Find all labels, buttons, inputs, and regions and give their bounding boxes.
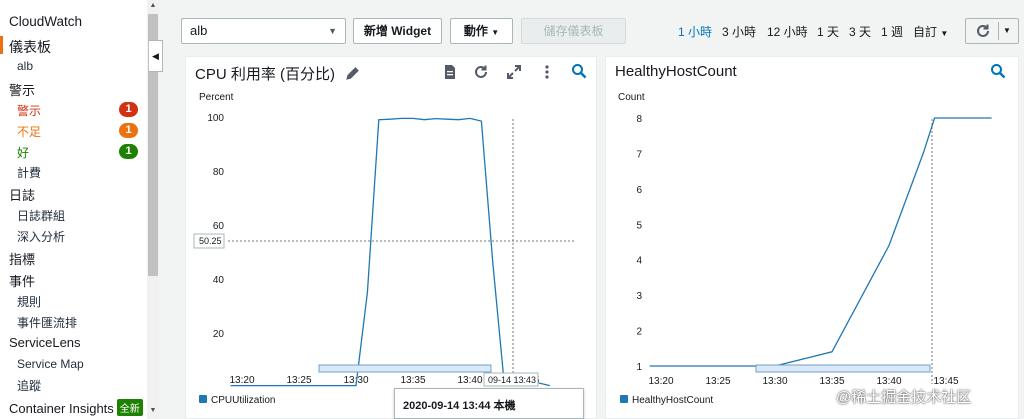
collapse-sidebar-button[interactable]: ◀ [149, 40, 163, 72]
y-tick-label: 20 [213, 329, 225, 340]
sidebar-item-rules[interactable]: 規則 [17, 293, 41, 310]
expand-icon[interactable] [506, 64, 522, 80]
sidebar-item-service-map[interactable]: Service Map [17, 357, 84, 371]
y-tick-label: 6 [636, 185, 642, 196]
time-range-1h[interactable]: 1 小時 [678, 23, 712, 40]
active-indicator [0, 36, 3, 54]
document-icon[interactable] [442, 64, 458, 80]
time-range-12h[interactable]: 12 小時 [767, 23, 808, 40]
hhc-range-selector[interactable] [755, 364, 931, 373]
sidebar-item-events[interactable]: 事件 [9, 271, 35, 290]
watermark: @稀土掘金技术社区 [836, 389, 972, 406]
sidebar-item-container-insights[interactable]: Container Insights 全新 [9, 399, 143, 416]
y-tick-label: 2 [636, 327, 642, 338]
more-icon[interactable] [539, 64, 555, 80]
hhc-unit-label: Count [618, 92, 645, 103]
sidebar-item-logs[interactable]: 日誌 [9, 185, 35, 204]
y-tick-label: 100 [207, 113, 224, 124]
sidebar-item-event-buses[interactable]: 事件匯流排 [17, 314, 77, 331]
cpu-legend-swatch [199, 395, 207, 403]
cpu-range-selector[interactable] [318, 364, 492, 373]
scroll-up-icon[interactable]: ▲ [147, 0, 159, 12]
x-tick-label: 13:40 [457, 375, 482, 386]
x-tick-label: 13:25 [286, 375, 311, 386]
y-tick-label: 80 [213, 167, 225, 178]
chevron-down-icon: ▼ [328, 26, 337, 36]
alarm-count-badge: 1 [119, 102, 138, 117]
save-dashboard-button[interactable]: 儲存儀表板 [521, 18, 626, 44]
cpu-chart[interactable]: Percent 20406080100 13:20 13:25 13:30 13:35… [186, 79, 596, 419]
sidebar-item-metrics[interactable]: 指標 [9, 249, 35, 268]
scroll-down-icon[interactable]: ▼ [147, 405, 159, 417]
healthy-host-title: HealthyHostCount [615, 63, 737, 80]
sidebar-item-alarms[interactable]: 警示 [9, 80, 35, 99]
ok-count-badge: 1 [119, 144, 138, 159]
custom-label: 自訂 [913, 25, 938, 39]
caret-down-icon: ▼ [491, 28, 500, 37]
sidebar-item-log-groups[interactable]: 日誌群組 [17, 207, 65, 224]
new-badge: 全新 [116, 399, 143, 416]
cpu-crosshair-value: 50.25 [199, 236, 222, 246]
sidebar: CloudWatch 儀表板 alb 警示 警示 1 不足 1 好 1 計費 日… [0, 0, 148, 419]
healthy-host-chart[interactable]: Count 12345678 13:20 13:25 13:30 13:35 13:40… [606, 79, 1018, 419]
refresh-icon[interactable] [975, 23, 991, 39]
sidebar-brand[interactable]: CloudWatch [9, 14, 82, 29]
cpu-crosshair-time: 09-14 13:43 [488, 375, 536, 385]
y-tick-label: 4 [636, 256, 642, 267]
sidebar-item-insights[interactable]: 深入分析 [17, 228, 65, 245]
sidebar-item-alarm-state[interactable]: 警示 [17, 102, 41, 119]
chevron-left-icon: ◀ [152, 51, 159, 61]
x-tick-label: 13:25 [705, 376, 730, 387]
refresh-button-group[interactable]: ▼ [965, 18, 1019, 44]
sidebar-item-traces[interactable]: 追蹤 [17, 377, 41, 394]
time-tooltip: 2020-09-14 13:44 本機 [394, 388, 584, 419]
sidebar-item-ok[interactable]: 好 [17, 144, 29, 161]
x-tick-label: 13:35 [400, 375, 425, 386]
actions-label: 動作 [463, 24, 488, 38]
insufficient-count-badge: 1 [119, 123, 138, 138]
add-widget-button[interactable]: 新增 Widget [353, 18, 442, 44]
button-divider [998, 22, 999, 40]
time-range-3d[interactable]: 3 天 [849, 23, 871, 40]
x-tick-label: 13:20 [229, 375, 254, 386]
time-range-1w[interactable]: 1 週 [881, 23, 903, 40]
actions-button[interactable]: 動作 ▼ [450, 18, 513, 44]
dashboard-select[interactable]: alb ▼ [181, 18, 346, 44]
dashboard-select-value: alb [190, 23, 208, 38]
cpu-widget: CPU 利用率 (百分比) Percent 20 40 60 80 100 13:20 1… [185, 56, 597, 419]
sidebar-item-dashboards[interactable]: 儀表板 [9, 37, 51, 57]
zoom-icon[interactable] [990, 63, 1006, 79]
y-tick-label: 60 [213, 221, 225, 232]
hhc-legend-label[interactable]: HealthyHostCount [632, 395, 713, 406]
y-tick-label: 3 [636, 291, 642, 302]
time-range-3h[interactable]: 3 小時 [722, 23, 756, 40]
sidebar-item-billing[interactable]: 計費 [17, 164, 41, 181]
sidebar-item-insufficient[interactable]: 不足 [17, 123, 41, 140]
y-tick-label: 1 [636, 362, 642, 373]
y-tick-label: 7 [636, 149, 642, 160]
zoom-icon[interactable] [571, 63, 587, 79]
x-tick-label: 13:30 [762, 376, 787, 387]
sidebar-item-servicelens[interactable]: ServiceLens [9, 335, 81, 350]
healthy-host-widget: HealthyHostCount Count 1 2 3 4 5 6 7 8 13:20 13:… [605, 56, 1019, 419]
refresh-icon[interactable] [473, 64, 489, 80]
time-range-custom[interactable]: 自訂 ▼ [913, 23, 948, 40]
caret-down-icon: ▼ [940, 29, 949, 38]
hhc-legend-swatch [620, 395, 628, 403]
container-insights-label: Container Insights [9, 401, 114, 416]
sidebar-item-dashboard-alb[interactable]: alb [17, 59, 33, 73]
hhc-series-line [649, 117, 992, 367]
cpu-legend-label[interactable]: CPUUtilization [211, 395, 275, 406]
refresh-options-chevron-icon[interactable]: ▼ [1003, 19, 1011, 43]
time-range-1d[interactable]: 1 天 [817, 23, 839, 40]
y-tick-label: 40 [213, 275, 225, 286]
x-tick-label: 13:20 [648, 376, 673, 387]
y-tick-label: 5 [636, 220, 642, 231]
y-tick-label: 8 [636, 114, 642, 125]
cpu-unit-label: Percent [199, 92, 234, 103]
cpu-series-line [230, 117, 550, 387]
